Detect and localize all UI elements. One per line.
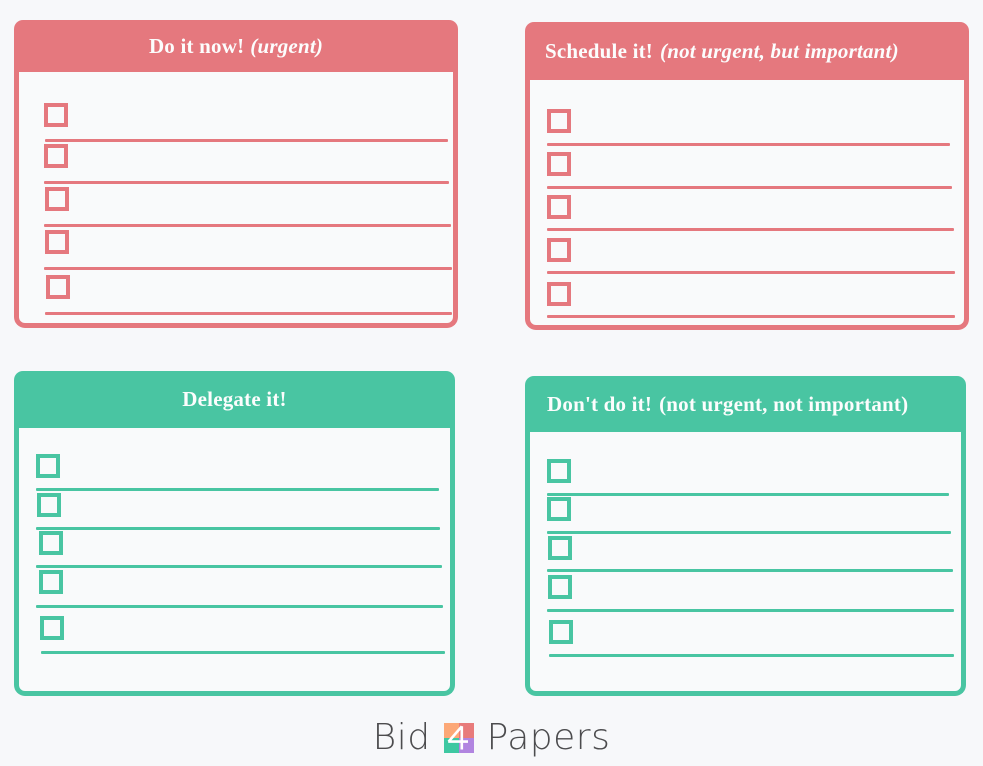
card-body-delegate-it [14, 428, 455, 696]
logo-cell-bottom-right [458, 738, 474, 753]
write-line[interactable] [547, 569, 953, 572]
write-line[interactable] [36, 605, 443, 608]
checkbox-dont-do-it-1[interactable] [547, 459, 571, 483]
write-line[interactable] [547, 228, 954, 231]
checkbox-delegate-it-2[interactable] [37, 493, 61, 517]
eisenhower-matrix: Do it now! (urgent) Schedule it! (not ur… [0, 0, 983, 710]
checkbox-schedule-it-4[interactable] [547, 238, 571, 262]
card-title-main: Don't do it! [547, 391, 653, 416]
write-line[interactable] [36, 565, 442, 568]
four-square-logo-icon [443, 723, 474, 753]
write-line[interactable] [44, 224, 451, 227]
write-line[interactable] [547, 531, 951, 534]
card-title-sub: (urgent) [250, 33, 324, 58]
brand-word-left: Bid [372, 717, 431, 758]
logo-cell-top-left [443, 723, 459, 738]
checkbox-schedule-it-5[interactable] [547, 282, 571, 306]
logo-cell-top-right [458, 723, 474, 738]
card-title-schedule-it: Schedule it! (not urgent, but important) [525, 22, 969, 80]
write-line[interactable] [36, 488, 439, 491]
brand-footer: Bid Papers [0, 710, 983, 766]
write-line[interactable] [547, 315, 955, 318]
checkbox-do-it-now-5[interactable] [46, 275, 70, 299]
card-do-it-now: Do it now! (urgent) [14, 20, 458, 328]
checkbox-delegate-it-1[interactable] [36, 454, 60, 478]
write-line[interactable] [547, 609, 954, 612]
card-title-sub: (not urgent, but important) [660, 38, 899, 63]
card-title-main: Schedule it! [545, 38, 653, 63]
checkbox-delegate-it-4[interactable] [39, 570, 63, 594]
checkbox-dont-do-it-2[interactable] [547, 497, 571, 521]
card-title-delegate-it: Delegate it! [14, 371, 455, 428]
quadrant-dont-do-it: Don't do it! (not urgent, not important) [525, 376, 966, 696]
logo-cell-bottom-left [443, 738, 459, 753]
checkbox-schedule-it-1[interactable] [547, 109, 571, 133]
card-title-main: Do it now! [148, 33, 245, 58]
checkbox-dont-do-it-5[interactable] [549, 620, 573, 644]
write-line[interactable] [549, 654, 954, 657]
write-line[interactable] [547, 493, 949, 496]
checkbox-do-it-now-2[interactable] [44, 144, 68, 168]
write-line[interactable] [45, 312, 452, 315]
write-line[interactable] [547, 143, 950, 146]
write-line[interactable] [41, 651, 445, 654]
card-title-sub: (not urgent, not important) [659, 391, 909, 416]
quadrant-delegate-it: Delegate it! [14, 371, 455, 696]
checkbox-schedule-it-2[interactable] [547, 152, 571, 176]
write-line[interactable] [547, 186, 952, 189]
write-line[interactable] [44, 267, 452, 270]
card-schedule-it: Schedule it! (not urgent, but important) [525, 22, 969, 330]
checkbox-schedule-it-3[interactable] [547, 195, 571, 219]
card-dont-do-it: Don't do it! (not urgent, not important) [525, 376, 966, 696]
write-line[interactable] [44, 181, 449, 184]
card-body-do-it-now [14, 72, 458, 328]
brand-word-right: Papers [486, 717, 611, 758]
checkbox-delegate-it-5[interactable] [40, 616, 64, 640]
checkbox-do-it-now-4[interactable] [45, 230, 69, 254]
checkbox-delegate-it-3[interactable] [39, 531, 63, 555]
write-line[interactable] [547, 271, 955, 274]
card-body-dont-do-it [525, 432, 966, 696]
write-line[interactable] [45, 139, 448, 142]
card-title-main: Delegate it! [182, 387, 287, 411]
card-body-schedule-it [525, 80, 969, 330]
card-title-dont-do-it: Don't do it! (not urgent, not important) [525, 376, 966, 432]
checkbox-do-it-now-1[interactable] [44, 103, 68, 127]
checkbox-dont-do-it-3[interactable] [548, 536, 572, 560]
quadrant-schedule-it: Schedule it! (not urgent, but important) [525, 22, 969, 330]
write-line[interactable] [36, 527, 440, 530]
card-delegate-it: Delegate it! [14, 371, 455, 696]
quadrant-do-it-now: Do it now! (urgent) [14, 20, 458, 328]
checkbox-dont-do-it-4[interactable] [548, 575, 572, 599]
checkbox-do-it-now-3[interactable] [45, 187, 69, 211]
card-title-do-it-now: Do it now! (urgent) [14, 20, 458, 72]
